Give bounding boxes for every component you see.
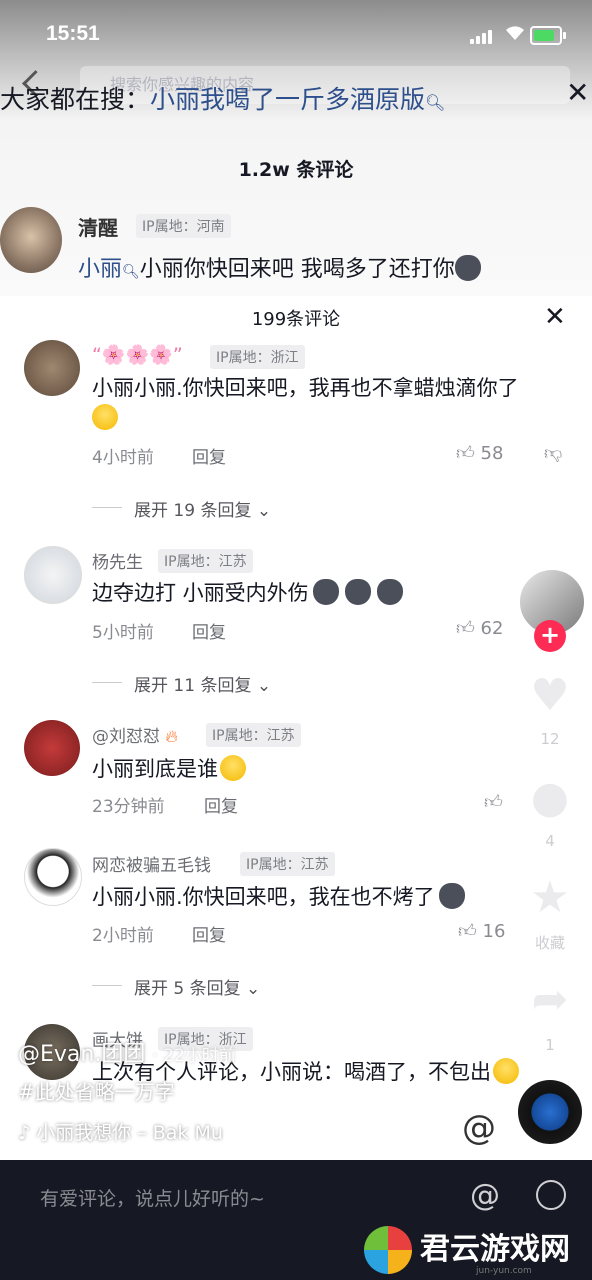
music-note-icon: ♪ (18, 1122, 31, 1144)
signal-icon (470, 28, 496, 44)
comment-body: 小丽你快回来吧 我喝多了还打你 (139, 257, 455, 282)
avatar[interactable] (24, 340, 80, 396)
ip-location-badge: IP属地：江苏 (158, 549, 253, 573)
close-icon[interactable]: ✕ (566, 76, 589, 109)
comment-time: 5小时前 (92, 623, 154, 643)
reply-button[interactable]: 回复 (204, 792, 238, 817)
video-author[interactable]: @Evan.团团 · 22小时前 (18, 1036, 236, 1068)
like-button[interactable]: 👍︎ 16 (458, 920, 505, 942)
comment-input[interactable]: 有爱评论，说点儿好听的~ (40, 1184, 265, 1211)
outer-comment-count: 1.2w 条评论 (238, 159, 354, 181)
comment-count: 4 (545, 832, 555, 850)
trending-query[interactable]: 小丽我喝了一斤多酒原版 (150, 85, 425, 114)
thumbs-up-icon: 👍︎ (484, 792, 503, 813)
watermark-logo (364, 1226, 412, 1274)
crying-laughing-emoji-icon (493, 1058, 519, 1084)
keyword-link[interactable]: 小丽 (78, 257, 122, 282)
star-icon[interactable]: ★ (520, 872, 580, 923)
dislike-button[interactable]: 👎︎ (544, 442, 562, 464)
thumbs-up-icon: 👍︎ (456, 443, 475, 464)
trending-label: 大家都在搜： (0, 85, 151, 114)
wifi-icon (504, 24, 526, 46)
search-icon: 🔍︎ (425, 93, 446, 112)
crying-laughing-emoji-icon (92, 404, 118, 430)
heart-icon[interactable]: ♥ (520, 670, 580, 721)
thumbs-up-icon: 👍︎ (456, 618, 475, 639)
like-button[interactable]: 👍︎ 58 (456, 442, 503, 464)
emoji-smile-icon[interactable] (536, 1180, 566, 1210)
divider (92, 507, 122, 508)
dog-emoji-icon (454, 255, 481, 281)
like-count: 16 (482, 921, 506, 942)
like-button[interactable]: 👍︎ (484, 791, 503, 813)
like-count: 62 (480, 618, 504, 639)
grin-emoji-icon (220, 755, 246, 781)
fire-icon: 🔥︎ (165, 727, 178, 747)
search-icon: 🔍︎ (122, 264, 140, 280)
comment-text: 小丽到底是谁 (92, 753, 246, 783)
like-button[interactable]: 👍︎ 62 (456, 617, 503, 639)
comment-time: 23分钟前 (92, 797, 165, 817)
ip-location-badge: IP属地：浙江 (210, 345, 305, 369)
comment-text: 小丽小丽.你快回来吧，我在也不烤了 (92, 881, 465, 911)
avatar[interactable] (24, 546, 82, 604)
at-mention-icon[interactable]: @ (470, 1178, 500, 1213)
video-hashtag[interactable]: #此处省略一万字 (18, 1076, 175, 1105)
reply-button[interactable]: 回复 (192, 618, 226, 643)
music-disc-icon[interactable] (518, 1080, 582, 1144)
comment-text: 小丽🔍︎小丽你快回来吧 我喝多了还打你 (78, 251, 481, 283)
like-count: 58 (480, 443, 504, 464)
like-count: 12 (540, 730, 560, 748)
comment-username[interactable]: @刘怼怼 🔥︎ (92, 722, 178, 747)
close-icon[interactable]: ✕ (544, 302, 566, 332)
divider (92, 985, 122, 986)
ip-location-badge: IP属地：河南 (136, 214, 231, 238)
follow-plus-button[interactable]: + (534, 620, 566, 652)
comment-time: 4小时前 (92, 448, 154, 468)
trending-search[interactable]: 大家都在搜：小丽我喝了一斤多酒原版🔍︎ (0, 80, 445, 116)
battery-icon (530, 26, 566, 45)
ip-location-badge: IP属地：江苏 (206, 723, 301, 747)
share-count: 1 (545, 1036, 555, 1054)
sheet-title: 199条评论 (251, 309, 341, 330)
avatar[interactable] (24, 720, 80, 776)
comment-text: 边夺边打 小丽受内外伤 (92, 577, 403, 607)
comment-time: 2小时前 (92, 926, 154, 946)
comment-username[interactable]: 杨先生 (92, 548, 143, 573)
dog-emoji-icon (312, 579, 339, 605)
dog-emoji-icon (438, 883, 465, 909)
music-info[interactable]: ♪ 小丽我想你 – Bak Mu (18, 1118, 223, 1145)
dog-emoji-icon (344, 579, 371, 605)
expand-replies-button[interactable]: 展开 19 条回复 ⌄ (134, 496, 271, 521)
expand-replies-button[interactable]: 展开 5 条回复 ⌄ (134, 974, 260, 999)
comment-username[interactable]: 清醒 (78, 212, 118, 241)
watermark-text: 君云游戏网 (420, 1232, 570, 1267)
avatar[interactable] (24, 848, 82, 906)
reply-button[interactable]: 回复 (192, 921, 226, 946)
watermark-sub: jun-yun.com (476, 1266, 532, 1276)
dog-emoji-icon (376, 579, 403, 605)
comment-username[interactable]: 网恋被骗五毛钱 (92, 851, 211, 876)
expand-replies-button[interactable]: 展开 11 条回复 ⌄ (134, 671, 271, 696)
share-arrow-icon[interactable]: ➦ (520, 974, 580, 1025)
comment-bubble-icon[interactable]: ● (520, 772, 580, 823)
at-icon: @ (462, 1108, 496, 1148)
divider (92, 682, 122, 683)
status-bar: 15:51 (0, 0, 592, 60)
favorite-label: 收藏 (534, 934, 565, 952)
ip-location-badge: IP属地：江苏 (240, 852, 335, 876)
thumbs-up-icon: 👍︎ (458, 921, 477, 942)
reply-button[interactable]: 回复 (192, 443, 226, 468)
comment-username[interactable]: “🌸🌸🌸” (92, 343, 183, 366)
status-time: 15:51 (46, 22, 100, 45)
comment-text: 小丽小丽.你快回来吧，我再也不拿蜡烛滴你了 (92, 376, 519, 400)
avatar[interactable] (0, 207, 62, 273)
